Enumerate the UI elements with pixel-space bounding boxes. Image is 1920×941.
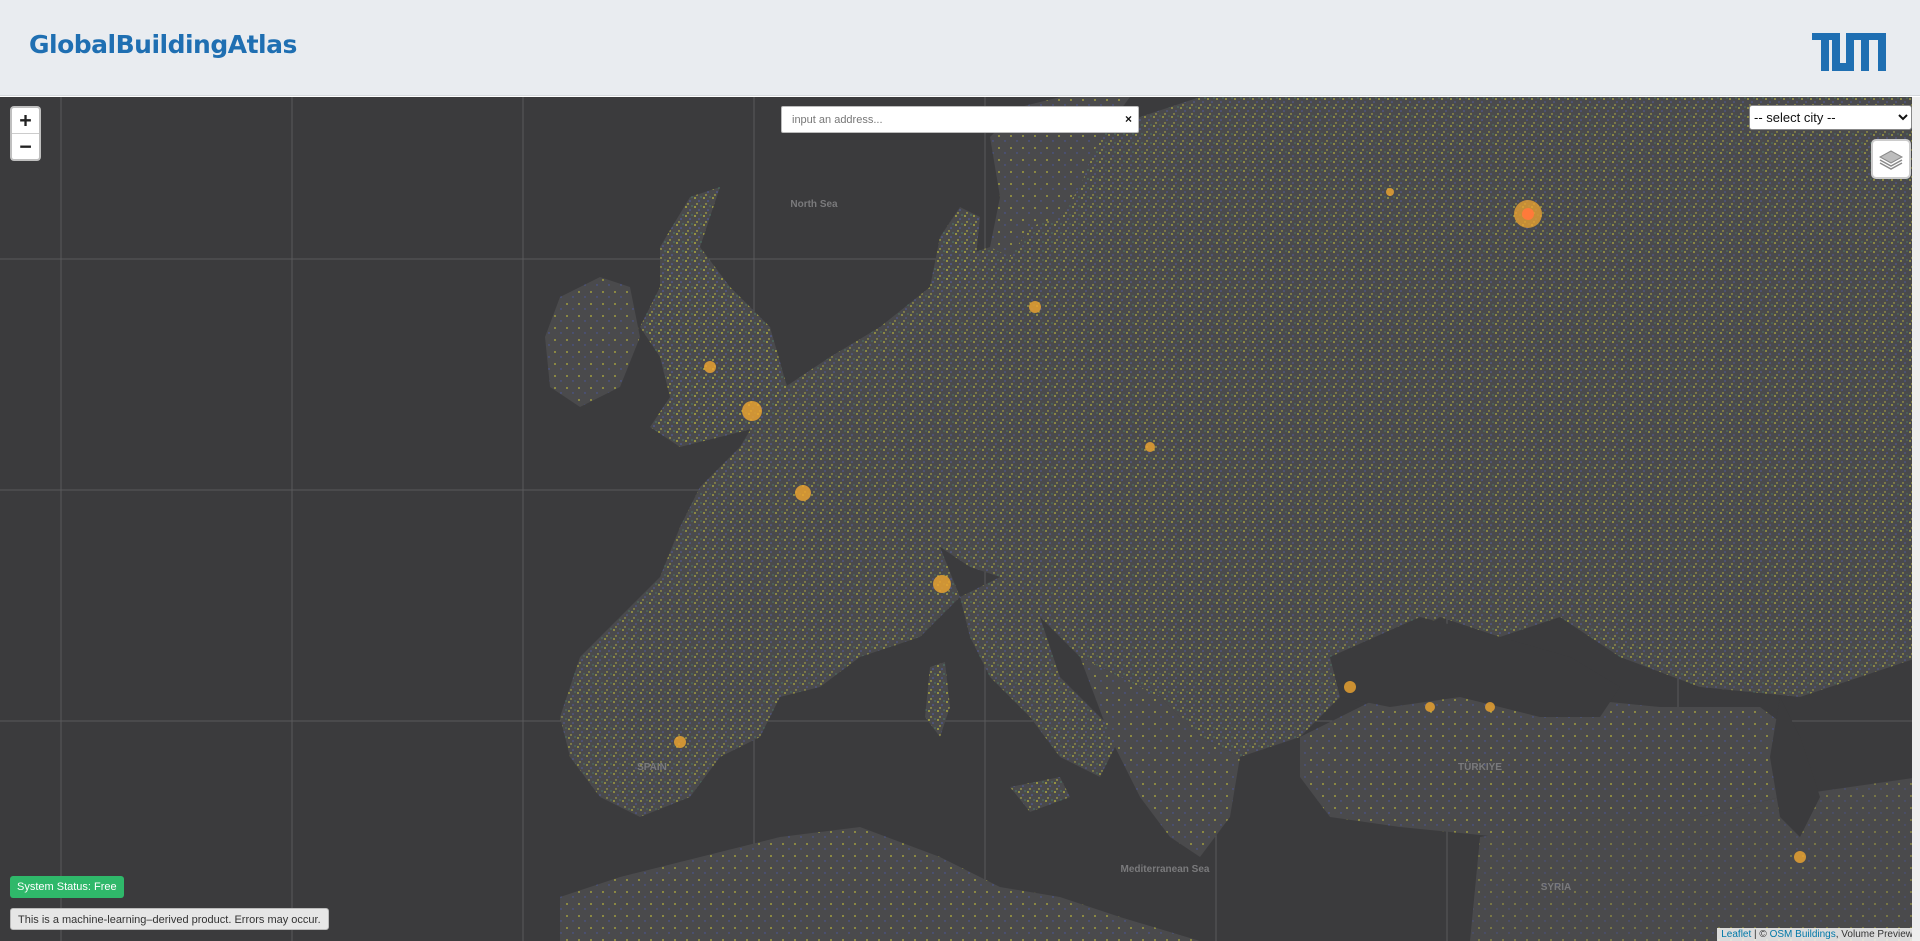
zoom-in-button[interactable]: + (12, 108, 39, 133)
map-canvas[interactable]: North Sea Mediterranean Sea SPAIN TÜRKIY… (0, 97, 1920, 941)
layers-icon (1878, 150, 1904, 170)
label-turkiye: TÜRKIYE (1458, 760, 1502, 773)
address-input[interactable] (792, 111, 1112, 129)
status-badge: System Status: Free (10, 876, 124, 898)
map-attribution: Leaflet | © OSM Buildings, Volume Previe… (1717, 928, 1917, 941)
attribution-rest: , Volume Preview (1835, 929, 1913, 940)
label-north-sea: North Sea (790, 199, 838, 210)
zoom-out-button[interactable]: − (12, 133, 39, 159)
tum-logo-icon (1812, 33, 1886, 71)
map[interactable]: North Sea Mediterranean Sea SPAIN TÜRKIY… (0, 97, 1920, 941)
land (545, 97, 1920, 941)
osm-buildings-link[interactable]: OSM Buildings (1770, 929, 1836, 940)
city-select[interactable]: -- select city -- (1749, 105, 1912, 130)
attribution-separator: | © (1751, 929, 1770, 940)
leaflet-link[interactable]: Leaflet (1721, 929, 1751, 940)
scrollbar[interactable] (1912, 97, 1920, 941)
header: GlobalBuildingAtlas (0, 0, 1920, 96)
label-spain: SPAIN (637, 762, 667, 773)
app-title: GlobalBuildingAtlas (29, 30, 297, 59)
clear-search-button[interactable]: × (1125, 112, 1132, 127)
disclaimer-note: This is a machine-learning–derived produ… (10, 908, 329, 930)
layers-button[interactable] (1871, 139, 1911, 179)
label-mediterranean: Mediterranean Sea (1121, 864, 1210, 875)
zoom-control: + − (10, 106, 41, 161)
label-syria: SYRIA (1541, 882, 1572, 893)
address-search: × (781, 106, 1139, 133)
